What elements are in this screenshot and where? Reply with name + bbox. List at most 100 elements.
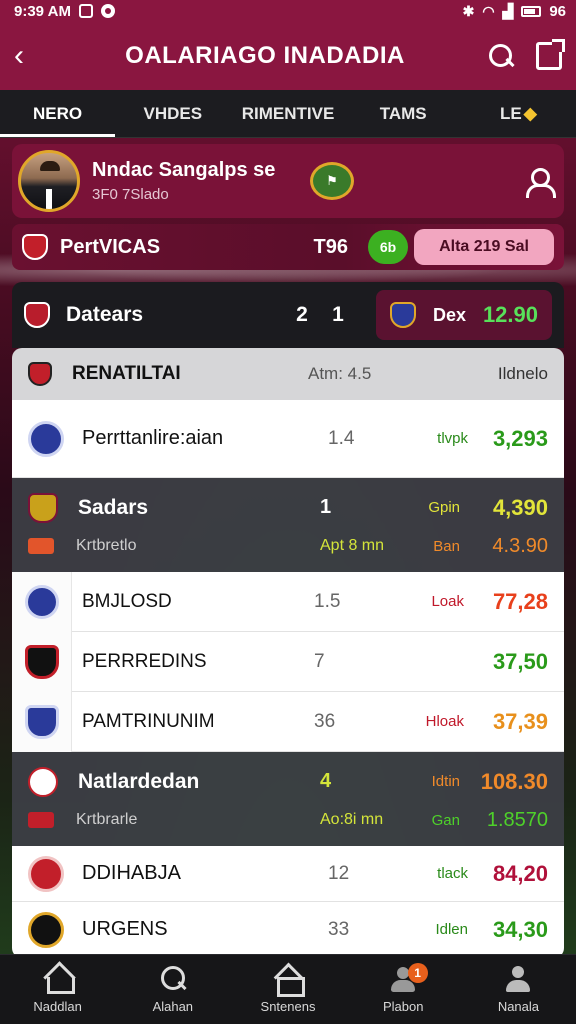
user-icon[interactable]: [524, 167, 556, 198]
group-crest-icon: [28, 492, 58, 523]
subheader-name: RENATILTAI: [72, 363, 181, 384]
team-stat: 1.5: [314, 590, 341, 612]
group-sub: Krtbretlo: [76, 537, 137, 554]
team-stat: 12: [328, 862, 350, 884]
bottom-nav: Naddlan Alahan Sntenens 1 Plabon Nanala: [0, 954, 576, 1024]
league-crest-icon: [24, 302, 50, 328]
subheader-right: Ildnelo: [497, 364, 548, 383]
odds-value[interactable]: 37,50: [472, 649, 548, 675]
signal-icon: ▟: [502, 2, 514, 19]
share-icon[interactable]: [536, 39, 565, 70]
list-item[interactable]: PERRREDINS 7 37,50: [12, 631, 564, 692]
search-icon: [158, 965, 188, 993]
tab-bar: NERO VHDES RIMENTIVE TAMS LE ◆: [0, 90, 576, 138]
team-name: Perrttanlire:aian: [82, 427, 224, 449]
list-item[interactable]: URGENS 33 Idlen 34,30: [12, 902, 564, 958]
group-name: Sadars: [78, 495, 149, 519]
match-group[interactable]: Natlardedan 4 Idtin 108.30 Krtbrarle Ao:…: [12, 752, 564, 846]
odds-label: Idlen: [435, 921, 468, 938]
group-sub-value[interactable]: 4.3.90: [468, 535, 548, 558]
match-board: Datears 2 1 Dex 12.90 RENATILTAI Atm: 4.…: [12, 282, 564, 958]
featured-team-name: PertVICAS: [60, 235, 161, 258]
nav-label: Sntenens: [260, 999, 316, 1014]
list-item[interactable]: BMJLOSD 1.5 Loak 77,28: [12, 571, 564, 632]
store-icon: [273, 965, 305, 997]
featured-team-strip[interactable]: PertVICAS T96 6b Alta 219 Sal: [12, 224, 564, 270]
odds-label: Loak: [431, 593, 464, 610]
group-name: Natlardedan: [78, 769, 200, 793]
team-stat: 36: [314, 710, 336, 732]
group-sub: Krtbrarle: [76, 811, 138, 828]
league-score-home: 2: [296, 303, 308, 326]
league-odds-button[interactable]: Dex 12.90: [376, 290, 552, 340]
back-arrow-icon[interactable]: ‹: [14, 41, 42, 71]
match-group[interactable]: Sadars 1 Gpin 4,390 Krtbretlo Apt 8 mn B…: [12, 478, 564, 572]
app-notification-icon: [100, 4, 115, 18]
team-name: BMJLOSD: [82, 590, 172, 612]
team-stat: 7: [314, 650, 325, 672]
table-row[interactable]: Perrttanlire:aian 1.4 tlvpk 3,293: [12, 400, 564, 478]
team-name: URGENS: [82, 918, 168, 940]
nav-item-search[interactable]: Alahan: [115, 955, 230, 1024]
league-odds-label: Dex: [432, 304, 466, 325]
trophy-icon: ◆: [523, 103, 537, 123]
table-subheader: RENATILTAI Atm: 4.5 Ildnelo: [12, 348, 564, 400]
odds-label: Hloak: [425, 713, 464, 730]
group-crest-icon: [28, 766, 58, 797]
league-score-away: 1: [332, 303, 344, 326]
odds-label: tlack: [437, 865, 468, 882]
odds-value[interactable]: 84,20: [476, 861, 548, 887]
league-header[interactable]: Datears 2 1 Dex 12.90: [12, 282, 564, 348]
team-logo-icon: [28, 420, 64, 457]
group-mini-flag-icon: [28, 812, 54, 828]
tab-vhdes[interactable]: VHDES: [115, 90, 230, 137]
odds-value[interactable]: 3,293: [476, 426, 548, 452]
odds-value[interactable]: 77,28: [472, 589, 548, 615]
person-icon: [503, 965, 533, 993]
club-badge-icon: ⚑: [310, 162, 354, 200]
team-name: PAMTRINUNIM: [82, 710, 215, 732]
tab-tams[interactable]: TAMS: [346, 90, 461, 137]
odds-label: tlvpk: [437, 430, 468, 447]
group-sub-label: Ban: [433, 537, 460, 555]
group-sub-label: Gan: [431, 811, 460, 829]
group-odds-value[interactable]: 108.30: [468, 769, 548, 795]
team-logo-icon: [24, 584, 59, 619]
notification-icon: [78, 4, 93, 18]
nav-item-home[interactable]: Naddlan: [0, 955, 115, 1024]
team-list: DDIHABJA 12 tlack 84,20 URGENS 33 Idlen …: [12, 846, 564, 958]
team-list: BMJLOSD 1.5 Loak 77,28 PERRREDINS 7 37,5…: [12, 571, 564, 752]
profile-subtitle: 3F0 7Slado: [92, 186, 169, 203]
list-item[interactable]: PAMTRINUNIM 36 Hloak 37,39: [12, 691, 564, 752]
league-name: Datears: [66, 303, 144, 326]
nav-item-store[interactable]: Sntenens: [230, 955, 345, 1024]
nav-item-profile[interactable]: Nanala: [461, 955, 576, 1024]
search-icon[interactable]: [488, 43, 514, 69]
team-logo-icon: [24, 704, 59, 739]
status-bar: 9:39 AM ✱ ◠ ▟ 96: [0, 0, 576, 22]
group-sub-mid: Ao:8i mn: [320, 811, 384, 828]
app-bar: ‹ OALARIAGO INADADIA: [0, 22, 576, 90]
nav-item-people[interactable]: 1 Plabon: [346, 955, 461, 1024]
team-name: PERRREDINS: [82, 650, 207, 672]
wifi-icon: ◠: [482, 2, 495, 19]
subheader-mid: Atm: 4.5: [308, 364, 372, 383]
list-item[interactable]: DDIHABJA 12 tlack 84,20: [12, 846, 564, 902]
team-name: DDIHABJA: [82, 862, 181, 884]
featured-odds-button[interactable]: Alta 219 Sal: [414, 229, 554, 265]
bluetooth-icon: ✱: [462, 2, 475, 19]
nav-label: Nanala: [497, 999, 540, 1014]
team-stat: 33: [328, 918, 350, 940]
home-icon: [43, 965, 75, 994]
group-odds-value[interactable]: 4,390: [468, 495, 548, 521]
tab-rimentive[interactable]: RIMENTIVE: [230, 90, 345, 137]
featured-green-pill[interactable]: 6b: [368, 230, 408, 264]
group-sub-value[interactable]: 1.8570: [468, 809, 548, 832]
tab-nero[interactable]: NERO: [0, 90, 116, 137]
nav-label: Plabon: [382, 999, 424, 1014]
odds-value[interactable]: 37,39: [472, 709, 548, 735]
odds-value[interactable]: 34,30: [476, 917, 548, 943]
profile-card[interactable]: Nndac Sangalps se 3F0 7Slado ⚑: [12, 144, 564, 218]
group-mini-flag-icon: [28, 538, 54, 554]
tab-le[interactable]: LE ◆: [461, 90, 576, 137]
